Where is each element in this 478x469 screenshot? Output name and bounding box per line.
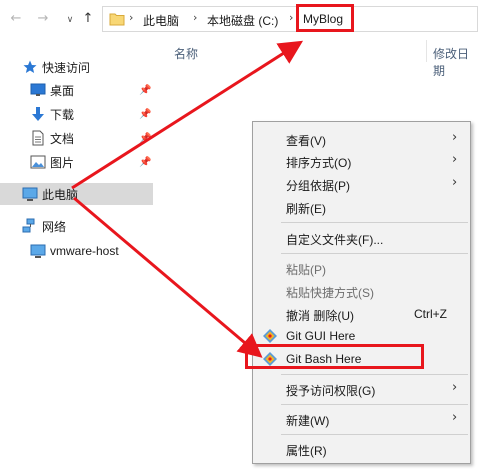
column-header-date-modified[interactable]: 修改日期: [433, 45, 478, 79]
folder-icon: [109, 13, 125, 26]
breadcrumb-separator-icon[interactable]: ›: [193, 11, 197, 24]
address-box[interactable]: › 此电脑 › 本地磁盘 (C:) › MyBlog: [102, 6, 478, 32]
menu-item-label: 属性(R): [286, 444, 327, 458]
computer-icon: [22, 187, 38, 201]
sidebar-item-this-pc[interactable]: 此电脑: [0, 183, 153, 205]
desktop-icon: [30, 83, 46, 96]
pin-icon: 📌: [139, 84, 152, 96]
menu-item-refresh[interactable]: 刷新(E): [254, 196, 469, 218]
sidebar-item-label: 下载: [50, 107, 75, 122]
menu-item-label: 自定义文件夹(F)...: [286, 233, 384, 247]
menu-item-sort-by[interactable]: 排序方式(O) ›: [254, 150, 469, 172]
menu-item-label: 撤消 删除(U): [286, 309, 354, 323]
submenu-arrow-icon: ›: [452, 175, 458, 190]
breadcrumb-separator-icon[interactable]: ›: [129, 11, 133, 24]
back-arrow-icon[interactable]: ←: [8, 10, 24, 26]
monitor-icon: [30, 244, 46, 258]
menu-item-undo-delete[interactable]: 撤消 删除(U) Ctrl+Z: [254, 303, 469, 325]
pin-icon: 📌: [139, 132, 152, 144]
column-header-name[interactable]: 名称: [174, 45, 198, 62]
pin-icon: 📌: [139, 108, 152, 120]
breadcrumb-this-pc[interactable]: 此电脑: [143, 12, 179, 29]
menu-item-customize-folder[interactable]: 自定义文件夹(F)...: [254, 227, 469, 249]
sidebar-item-vmware-host[interactable]: vmware-host: [0, 240, 153, 262]
sidebar-item-downloads[interactable]: 下载 📌: [0, 103, 153, 125]
menu-item-label: 排序方式(O): [286, 156, 352, 170]
pin-icon: 📌: [139, 156, 152, 168]
context-menu: 查看(V) › 排序方式(O) › 分组依据(P) › 刷新(E) 自定义文件夹…: [252, 121, 471, 464]
sidebar-item-documents[interactable]: 文档 📌: [0, 127, 153, 149]
menu-item-label: 刷新(E): [286, 202, 326, 216]
git-gui-icon: [263, 329, 277, 343]
submenu-arrow-icon: ›: [452, 380, 458, 395]
menu-separator: [281, 404, 468, 405]
menu-item-view[interactable]: 查看(V) ›: [254, 128, 469, 150]
menu-item-label: Git GUI Here: [286, 329, 356, 343]
submenu-arrow-icon: ›: [452, 130, 458, 145]
annotation-highlight-myblog: [296, 4, 354, 32]
star-icon: [23, 60, 37, 73]
up-arrow-icon[interactable]: ↑: [80, 10, 96, 26]
sidebar-item-network[interactable]: 网络: [0, 215, 153, 237]
menu-item-label: 分组依据(P): [286, 179, 350, 193]
download-icon: [32, 107, 44, 121]
pictures-icon: [30, 155, 46, 169]
menu-separator: [281, 253, 468, 254]
menu-item-label: 新建(W): [286, 414, 330, 428]
sidebar-item-quick-access[interactable]: 快速访问: [0, 56, 153, 78]
sidebar-item-label: 网络: [42, 219, 67, 234]
menu-item-new[interactable]: 新建(W) ›: [254, 408, 469, 430]
network-icon: [22, 218, 35, 233]
sidebar-item-label: 此电脑: [42, 187, 79, 202]
address-bar-row: ← → ∨ ↑ › 此电脑 › 本地磁盘 (C:) › MyBlog: [0, 0, 478, 38]
sidebar-item-label: 文档: [50, 131, 75, 146]
sidebar-item-label: 图片: [50, 155, 75, 170]
submenu-arrow-icon: ›: [452, 410, 458, 425]
annotation-highlight-git-bash: [245, 344, 424, 369]
sidebar-item-label: 快速访问: [42, 60, 91, 75]
submenu-arrow-icon: ›: [452, 152, 458, 167]
column-divider[interactable]: [426, 40, 427, 62]
menu-item-label: 查看(V): [286, 134, 326, 148]
sidebar-item-desktop[interactable]: 桌面 📌: [0, 79, 153, 101]
menu-separator: [281, 434, 468, 435]
menu-item-properties[interactable]: 属性(R): [254, 438, 469, 460]
menu-item-label: 粘贴快捷方式(S): [286, 286, 374, 300]
menu-item-paste-shortcut: 粘贴快捷方式(S): [254, 280, 469, 302]
menu-separator: [281, 374, 468, 375]
sidebar-item-label: vmware-host: [50, 244, 119, 258]
menu-item-paste: 粘贴(P): [254, 257, 469, 279]
menu-item-label: 粘贴(P): [286, 263, 326, 277]
document-icon: [32, 130, 44, 146]
sidebar-item-label: 桌面: [50, 83, 75, 98]
sidebar-item-pictures[interactable]: 图片 📌: [0, 151, 153, 173]
menu-item-grant-access[interactable]: 授予访问权限(G) ›: [254, 378, 469, 400]
breadcrumb-separator-icon[interactable]: ›: [289, 11, 293, 24]
recent-locations-chevron-icon[interactable]: ∨: [62, 12, 78, 28]
menu-item-group-by[interactable]: 分组依据(P) ›: [254, 173, 469, 195]
forward-arrow-icon[interactable]: →: [35, 10, 51, 26]
breadcrumb-local-disk[interactable]: 本地磁盘 (C:): [207, 12, 278, 29]
menu-separator: [281, 222, 468, 223]
menu-item-shortcut: Ctrl+Z: [414, 307, 447, 321]
menu-item-label: 授予访问权限(G): [286, 384, 376, 398]
